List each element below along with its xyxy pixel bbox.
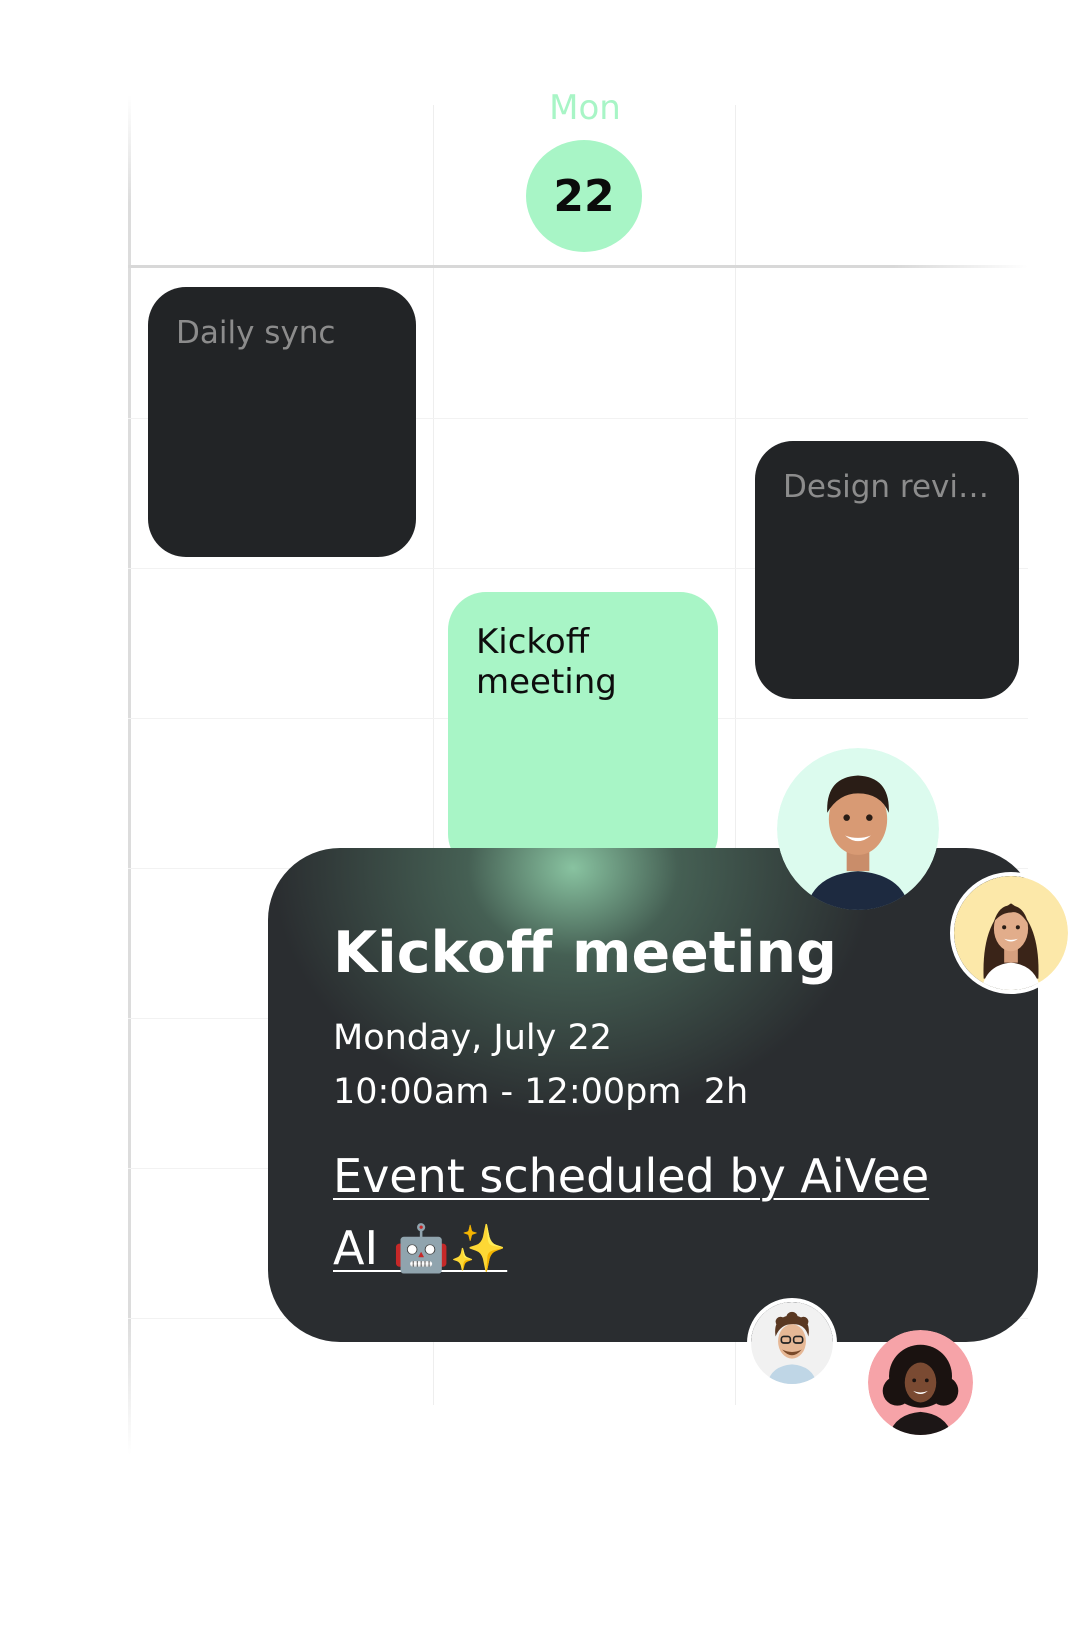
card-date: Monday, July 22 — [333, 1018, 613, 1058]
event-design-review[interactable]: Design revi… — [755, 441, 1019, 699]
event-title: Design revi… — [783, 469, 989, 505]
scheduled-by-link[interactable]: Event scheduled by AiVee AI 🤖✨ — [333, 1140, 973, 1284]
day-name: Mon — [549, 88, 621, 128]
card-title: Kickoff meeting — [333, 920, 837, 986]
event-title: Kickoff meeting — [476, 622, 617, 702]
event-daily-sync[interactable]: Daily sync — [148, 287, 416, 557]
avatar-man-icon[interactable] — [777, 748, 939, 910]
card-time: 10:00am - 12:00pm 2h — [333, 1072, 749, 1112]
avatar-curly-man-icon[interactable] — [747, 1298, 837, 1388]
event-title: Daily sync — [176, 315, 336, 351]
avatar-woman-icon[interactable] — [950, 872, 1070, 994]
event-detail-card: Kickoff meeting Monday, July 22 10:00am … — [268, 848, 1038, 1342]
avatar-woman-curly-icon[interactable] — [868, 1330, 973, 1435]
event-kickoff-meeting[interactable]: Kickoff meeting — [448, 592, 718, 872]
header-divider — [128, 265, 1028, 268]
day-number-badge[interactable]: 22 — [526, 140, 642, 252]
calendar-left-border — [128, 95, 131, 1455]
